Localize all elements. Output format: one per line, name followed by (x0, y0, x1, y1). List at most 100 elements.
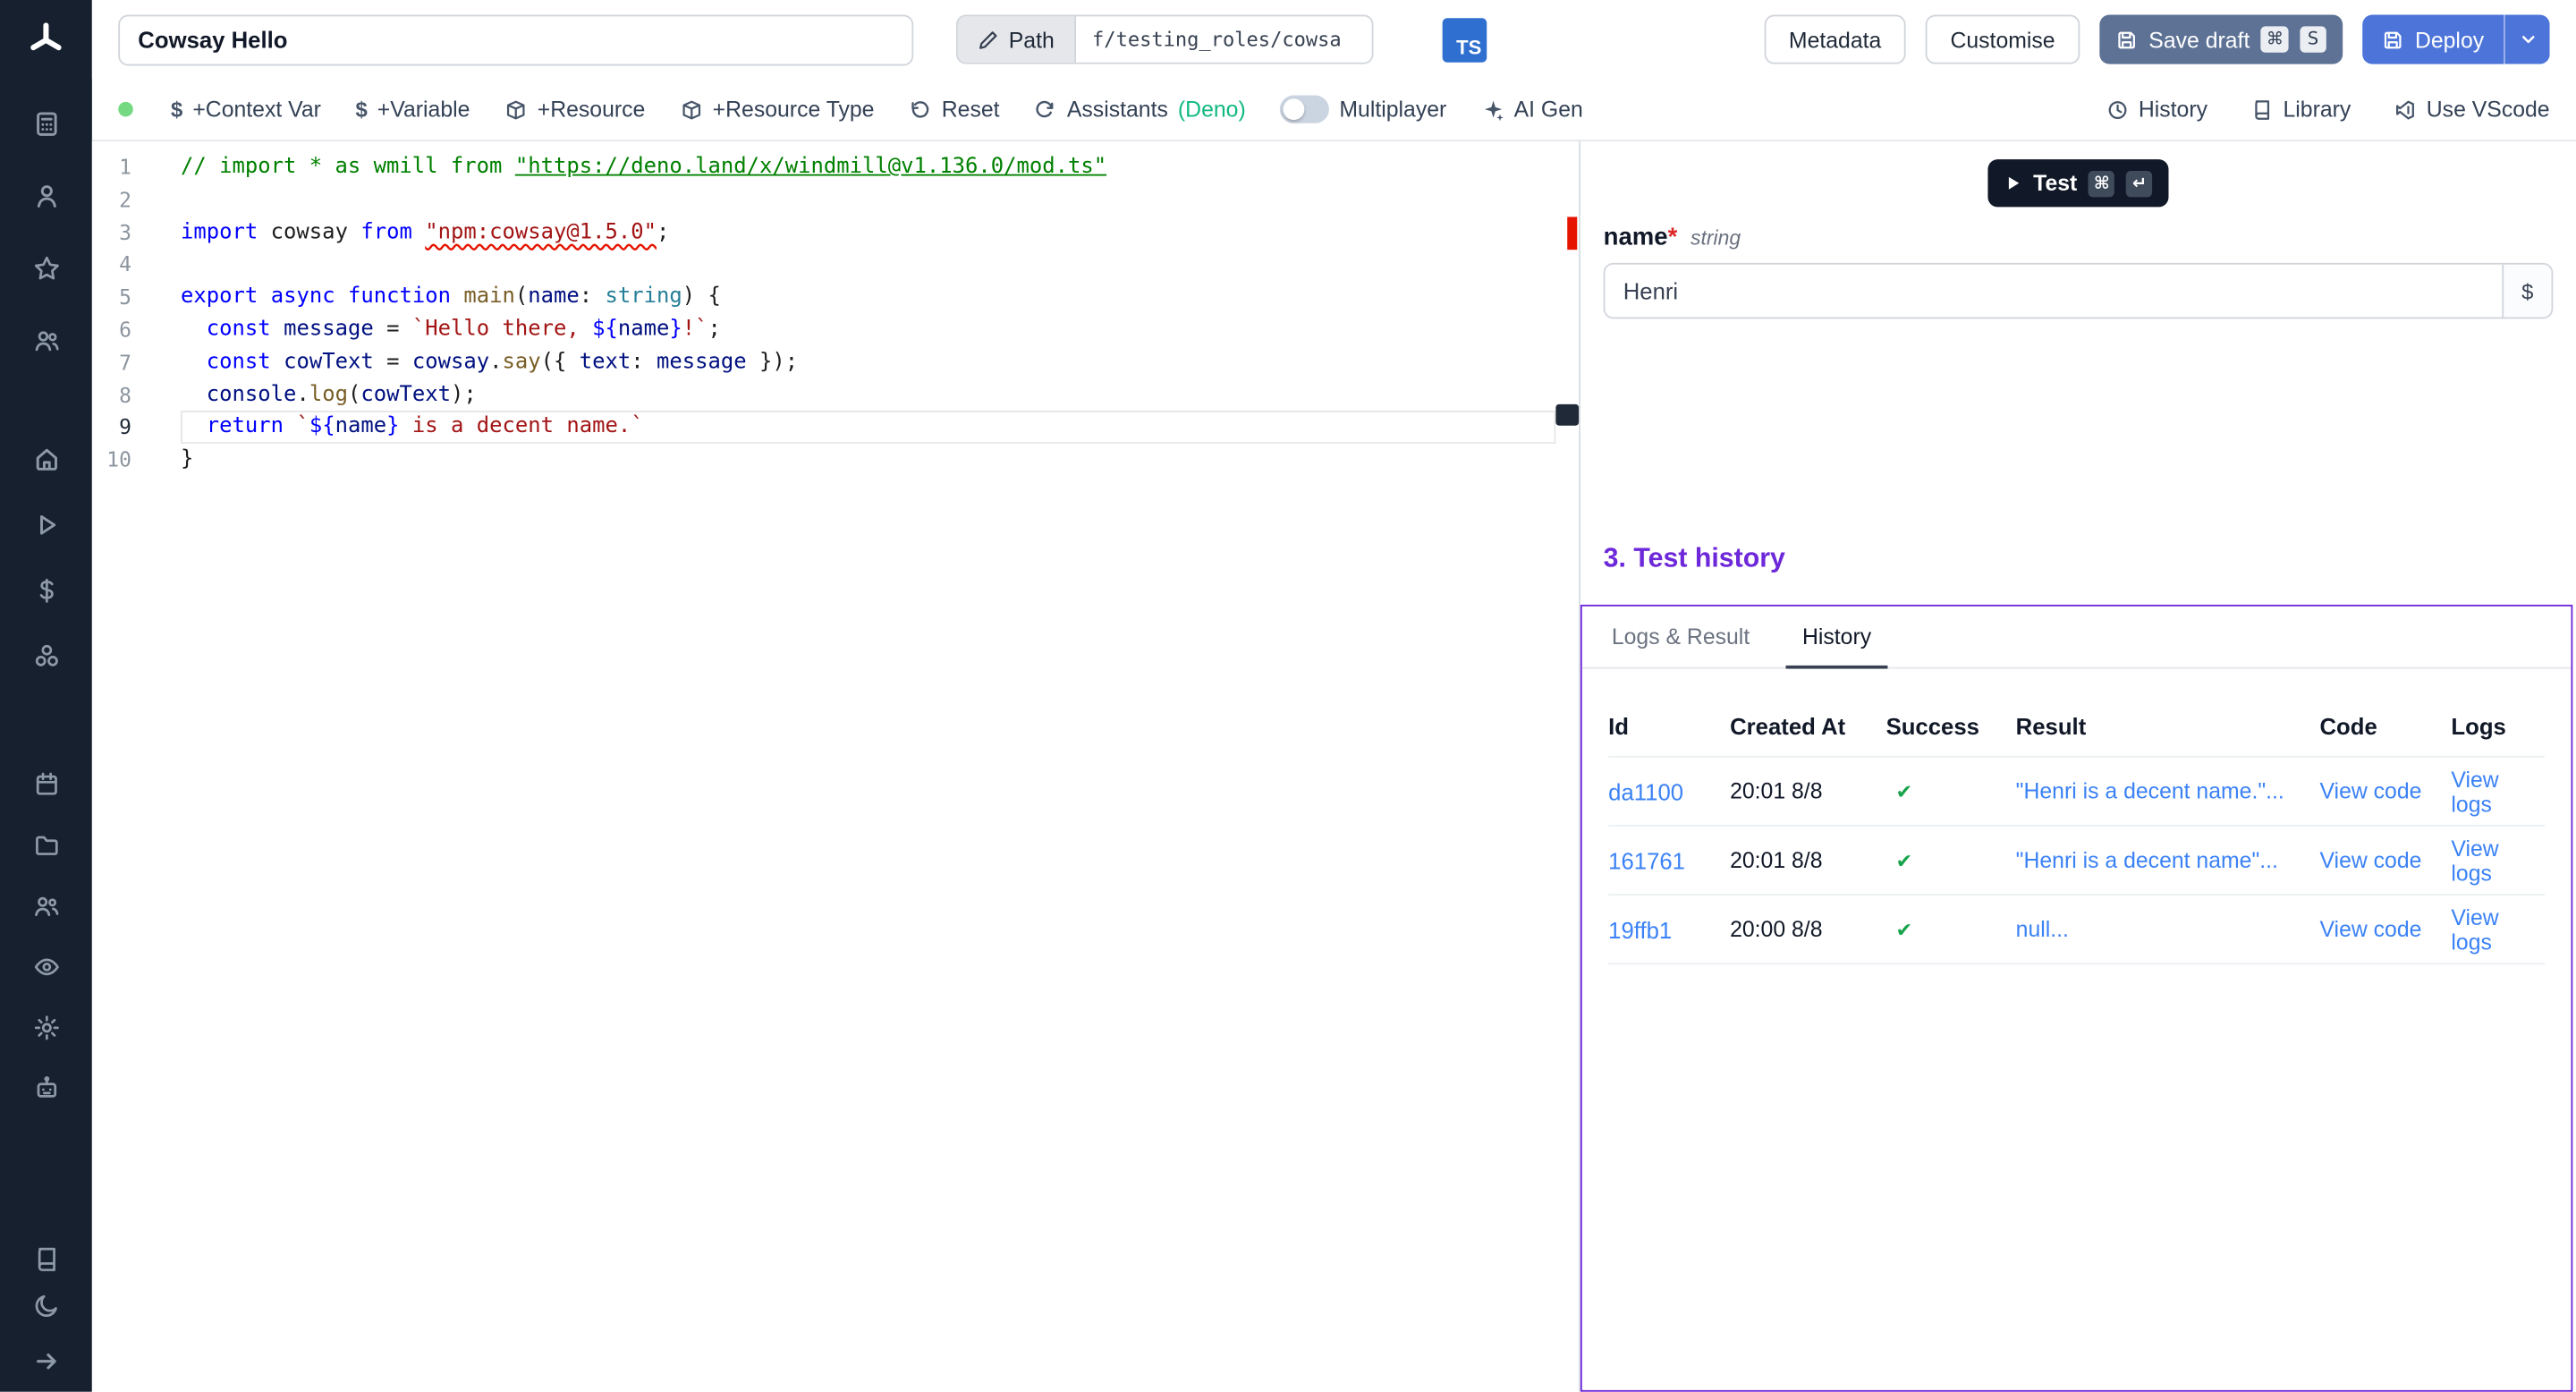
book-icon[interactable] (31, 1243, 61, 1273)
arrow-right-icon[interactable] (31, 1345, 61, 1375)
history-table-body: da110020:01 8/8✔"Henri is a decent name.… (1608, 758, 2545, 964)
add-resource-type-label: +Resource Type (713, 97, 875, 122)
use-vscode-label: Use VScode (2427, 97, 2550, 122)
add-resource-button[interactable]: +Resource (504, 97, 645, 122)
home-icon[interactable] (31, 444, 61, 473)
library-button[interactable]: Library (2250, 97, 2351, 122)
cursor-marker[interactable] (1555, 404, 1579, 426)
view-logs-link[interactable]: View logs (2451, 904, 2545, 954)
code-editor[interactable]: 1// import * as wmill from "https://deno… (92, 141, 1579, 1392)
add-resource-label: +Resource (538, 97, 646, 122)
view-code-link[interactable]: View code (2319, 779, 2451, 804)
view-code-link[interactable]: View code (2319, 848, 2451, 873)
kbd-cmd: ⌘ (2261, 26, 2288, 52)
eye-icon[interactable] (31, 951, 61, 980)
chevron-down-icon (2518, 30, 2538, 49)
kbd-enter: ↵ (2126, 170, 2152, 196)
path-input[interactable] (1076, 16, 1372, 62)
calculator-icon[interactable] (31, 108, 61, 138)
package-icon (680, 98, 703, 121)
name-arg-input[interactable] (1605, 265, 2502, 318)
history-label: History (2139, 97, 2207, 122)
created-at-value: 20:01 8/8 (1730, 779, 1885, 804)
script-name-input[interactable] (118, 14, 913, 65)
run-id-link[interactable]: 161761 (1608, 847, 1730, 873)
reset-label: Reset (942, 97, 1000, 122)
resources-icon[interactable] (31, 641, 61, 670)
column-header: Code (2319, 712, 2451, 738)
kbd-cmd: ⌘ (2089, 170, 2114, 196)
run-id-link[interactable]: 19ffb1 (1608, 916, 1730, 942)
code-line[interactable]: 2 (92, 183, 1556, 216)
view-code-link[interactable]: View code (2319, 917, 2451, 942)
assistants-lang-label: (Deno) (1178, 97, 1246, 122)
code-line[interactable]: 3import cowsay from "npm:cowsay@1.5.0"; (92, 216, 1556, 249)
users-icon[interactable] (31, 326, 61, 355)
play-icon[interactable] (31, 509, 61, 539)
field-name-label: name* (1604, 224, 1678, 251)
code-line[interactable]: 7 const cowText = cowsay.say({ text: mes… (92, 346, 1556, 378)
code-line[interactable]: 10} (92, 444, 1556, 476)
result-link[interactable]: "Henri is a decent name."... (2016, 779, 2320, 804)
folder-icon[interactable] (31, 830, 61, 860)
save-icon (2116, 29, 2138, 50)
edit-path-button[interactable]: Path (958, 16, 1076, 62)
tab-history[interactable]: History (1776, 607, 1898, 667)
ai-gen-button[interactable]: AI Gen (1481, 97, 1583, 122)
add-resource-type-button[interactable]: +Resource Type (680, 97, 875, 122)
moon-icon[interactable] (31, 1290, 61, 1320)
dollar-icon[interactable] (31, 575, 61, 605)
right-panel: Test ⌘ ↵ name* string $ 3. Test history (1580, 141, 2576, 1392)
success-check-icon: ✔ (1886, 849, 2016, 872)
customise-button[interactable]: Customise (1926, 15, 2080, 64)
sidebar-group-top (31, 108, 61, 355)
code-line[interactable]: 8 console.log(cowText); (92, 379, 1556, 412)
calendar-icon[interactable] (31, 769, 61, 799)
path-group: Path (956, 15, 1373, 64)
tab-logs-result[interactable]: Logs & Result (1585, 607, 1775, 667)
dollar-icon: $ (355, 97, 367, 122)
test-history-panel: Logs & Result History IdCreated AtSucces… (1580, 605, 2572, 1392)
sidebar-group-main (31, 444, 61, 670)
code-lines[interactable]: 1// import * as wmill from "https://deno… (92, 141, 1556, 1392)
add-context-var-button[interactable]: $ +Context Var (171, 97, 321, 122)
metadata-button[interactable]: Metadata (1764, 15, 1906, 64)
code-line[interactable]: 4 (92, 249, 1556, 281)
code-line[interactable]: 1// import * as wmill from "https://deno… (92, 151, 1556, 183)
code-line[interactable]: 9 return `${name} is a decent name.` (92, 412, 1556, 444)
star-icon[interactable] (31, 253, 61, 283)
multiplayer-toggle[interactable] (1280, 96, 1329, 123)
add-variable-button[interactable]: $ +Variable (355, 97, 470, 122)
history-table: IdCreated AtSuccessResultCodeLogs da1100… (1608, 695, 2545, 964)
code-line[interactable]: 5export async function main(name: string… (92, 281, 1556, 313)
gear-icon[interactable] (31, 1012, 61, 1041)
result-link[interactable]: null... (2016, 917, 2320, 942)
windmill-logo-icon[interactable] (0, 0, 92, 79)
reset-button[interactable]: Reset (909, 97, 1000, 122)
clock-history-icon (2106, 98, 2129, 121)
bot-icon[interactable] (31, 1073, 61, 1102)
view-logs-link[interactable]: View logs (2451, 767, 2545, 816)
success-check-icon: ✔ (1886, 918, 2016, 941)
status-dot (118, 102, 133, 117)
deploy-label: Deploy (2415, 27, 2484, 52)
user-group-icon[interactable] (31, 891, 61, 921)
save-draft-button[interactable]: Save draft ⌘ S (2099, 15, 2343, 64)
assistants-button[interactable]: Assistants (Deno) (1034, 97, 1246, 122)
insert-variable-button[interactable]: $ (2502, 265, 2551, 318)
deploy-dropdown-button[interactable] (2504, 15, 2549, 64)
history-button[interactable]: History (2106, 97, 2207, 122)
run-id-link[interactable]: da1100 (1608, 778, 1730, 804)
use-vscode-button[interactable]: Use VScode (2394, 97, 2550, 122)
pencil-icon (978, 29, 999, 50)
code-line[interactable]: 6 const message = `Hello there, ${name}!… (92, 314, 1556, 346)
view-logs-link[interactable]: View logs (2451, 836, 2545, 885)
deploy-button[interactable]: Deploy (2362, 15, 2504, 64)
save-icon (2382, 29, 2403, 50)
test-button[interactable]: Test ⌘ ↵ (1987, 159, 2169, 207)
play-icon (2004, 174, 2021, 192)
success-check-icon: ✔ (1886, 780, 2016, 803)
result-link[interactable]: "Henri is a decent name"... (2016, 848, 2320, 873)
user-icon[interactable] (31, 181, 61, 210)
column-header: Created At (1730, 712, 1885, 738)
